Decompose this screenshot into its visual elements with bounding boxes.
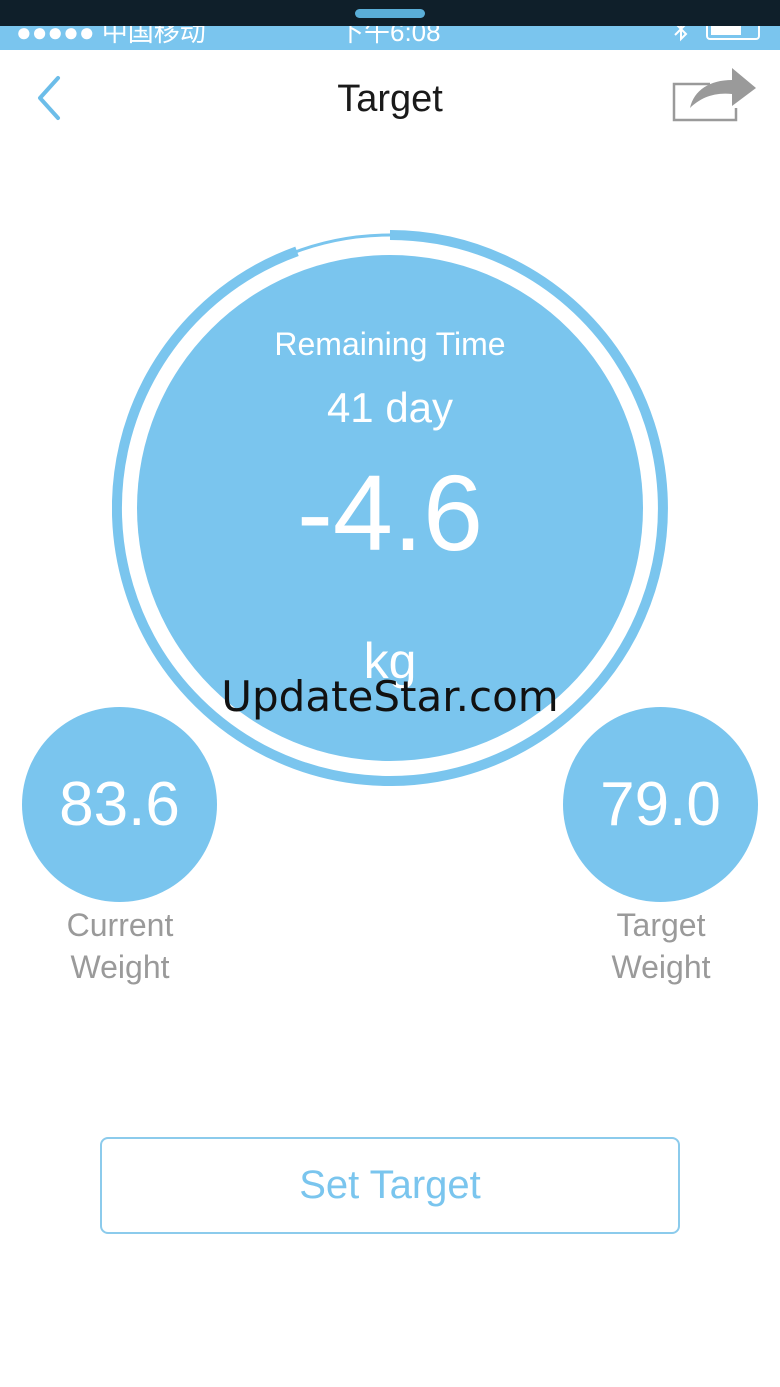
weight-difference-value: -4.6 [296,452,484,573]
status-bar: ●●●●● 中国移动 下午6:08 [0,26,780,50]
current-weight-value: 83.6 [59,770,180,839]
remaining-days-value: 41 day [326,384,454,431]
current-weight-label: Current Weight [20,904,220,988]
battery-icon [706,26,760,40]
set-target-button[interactable]: Set Target [100,1137,680,1234]
share-arrow-icon[interactable] [670,66,760,126]
bluetooth-icon [674,26,688,42]
top-bezel [0,0,780,26]
current-weight-label-line2: Weight [70,949,170,985]
carrier-label: ●●●●● 中国移动 [16,26,206,47]
remaining-time-label: Remaining Time [274,326,506,362]
target-weight-circle: 79.0 [563,707,758,902]
target-weight-label: Target Weight [561,904,761,988]
target-weight-value: 79.0 [600,770,721,839]
target-weight-label-line1: Target [616,907,706,943]
current-weight-label-line1: Current [66,907,174,943]
target-weight-label-line2: Weight [611,949,711,985]
status-time: 下午6:08 [338,26,441,47]
battery-level [711,26,741,35]
page-title: Target [337,78,443,120]
drag-handle[interactable] [355,9,425,18]
current-weight-circle: 83.6 [22,707,217,902]
